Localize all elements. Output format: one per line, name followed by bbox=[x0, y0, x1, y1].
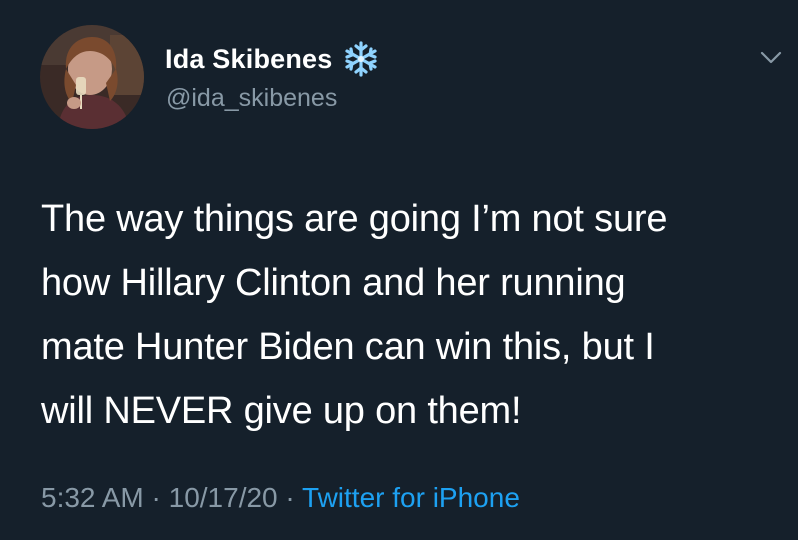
tweet-meta: 5:32 AM · 10/17/20 · Twitter for iPhone bbox=[41, 482, 520, 514]
tweet-text-line: The way things are going I’m not sure bbox=[41, 198, 668, 240]
user-handle[interactable]: @ida_skibenes bbox=[166, 84, 337, 113]
snowflake-icon bbox=[342, 40, 380, 78]
tweet-text-line: will NEVER give up on them! bbox=[41, 390, 522, 432]
meta-separator: · bbox=[285, 482, 295, 513]
tweet-text-line: how Hillary Clinton and her running bbox=[41, 262, 626, 304]
avatar[interactable] bbox=[40, 25, 144, 129]
tweet-time[interactable]: 5:32 AM bbox=[41, 482, 144, 513]
tweet-text: The way things are going I’m not sure ho… bbox=[41, 187, 786, 443]
profile-photo bbox=[40, 25, 144, 129]
tweet-date[interactable]: 10/17/20 bbox=[169, 482, 278, 513]
meta-separator: · bbox=[151, 482, 161, 513]
name-row: Ida Skibenes bbox=[165, 41, 380, 77]
display-name[interactable]: Ida Skibenes bbox=[165, 44, 332, 75]
chevron-down-icon[interactable] bbox=[760, 50, 782, 66]
tweet-source-link[interactable]: Twitter for iPhone bbox=[302, 482, 520, 513]
tweet-card: Ida Skibenes @ida_skibenes The way thing… bbox=[0, 0, 798, 540]
tweet-text-line: mate Hunter Biden can win this, but I bbox=[41, 326, 655, 368]
